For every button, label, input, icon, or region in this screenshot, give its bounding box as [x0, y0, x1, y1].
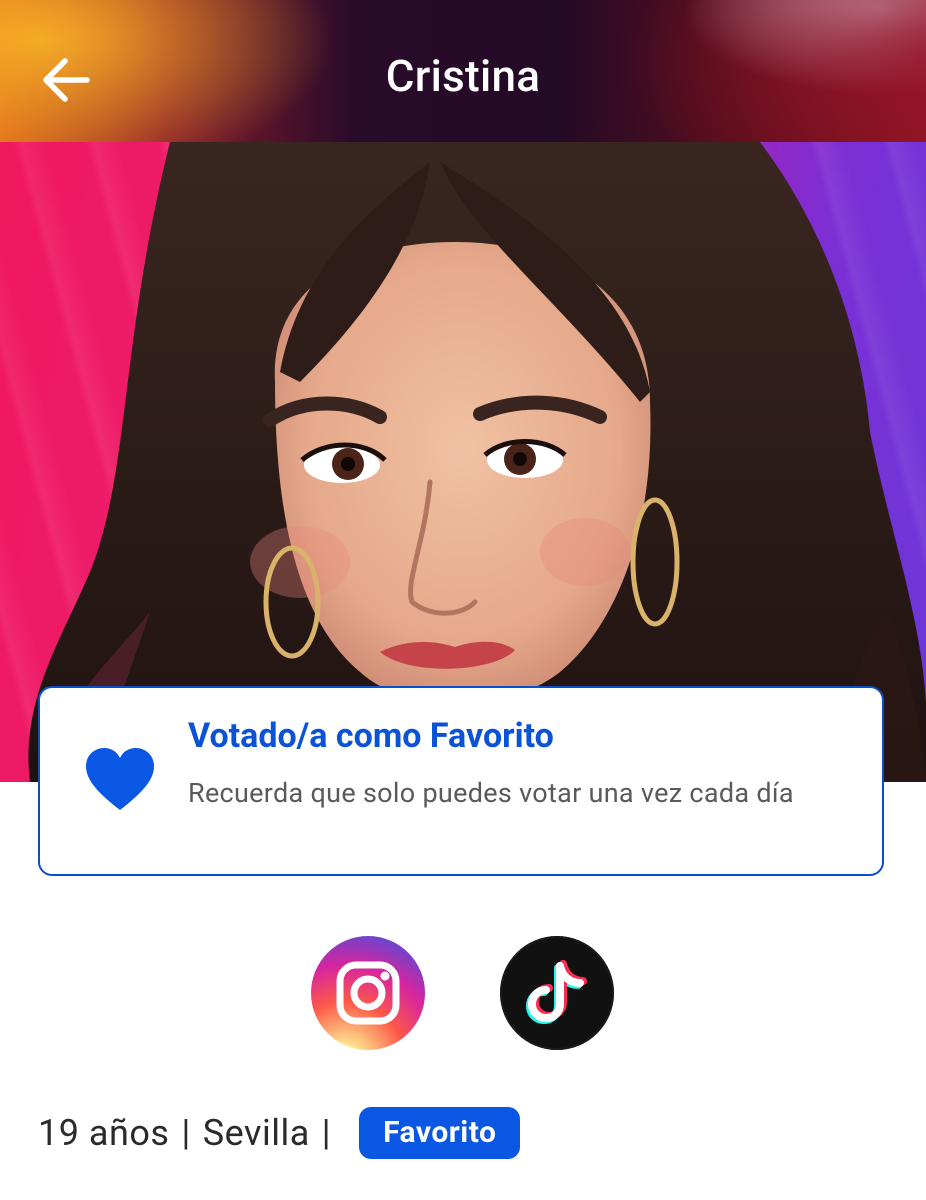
top-app-bar: Cristina [0, 0, 926, 142]
tiktok-button[interactable] [500, 936, 614, 1050]
tiktok-icon [525, 960, 587, 1025]
heart-icon [86, 748, 154, 810]
favorite-card-title: Votado/a como Favorito [188, 716, 554, 756]
page-title: Cristina [385, 50, 541, 102]
city-text: Sevilla [202, 1112, 310, 1154]
contestant-info: 19 años | Sevilla | Favorito [38, 1106, 521, 1160]
status-badge: Favorito [359, 1107, 521, 1159]
instagram-icon [336, 961, 400, 1025]
contestant-profile-screen: Cristina Votado/a como Favorito Recuerda… [0, 0, 926, 1200]
instagram-button[interactable] [311, 936, 425, 1050]
separator: | [181, 1112, 191, 1154]
favorite-vote-card: Votado/a como Favorito Recuerda que solo… [38, 686, 884, 876]
favorite-card-message: Recuerda que solo puedes votar una vez c… [188, 777, 794, 809]
age-text: 19 años [38, 1112, 170, 1154]
separator: | [321, 1112, 332, 1154]
